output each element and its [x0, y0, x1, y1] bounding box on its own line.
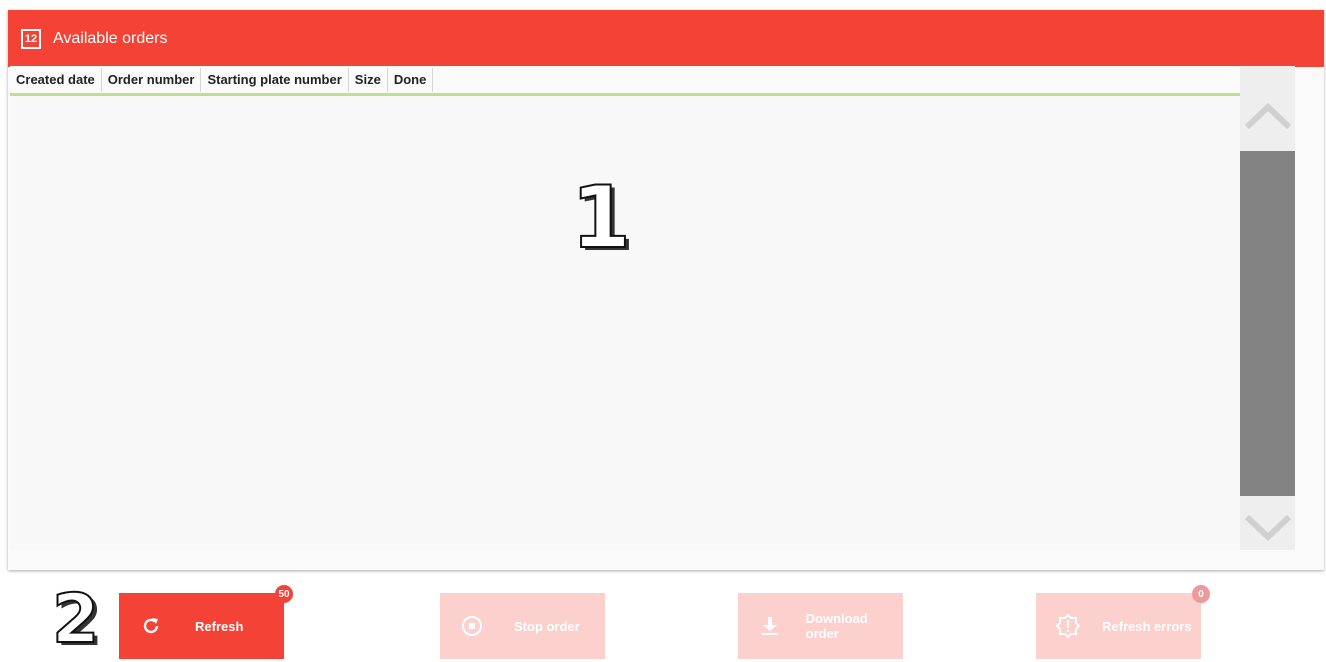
chevron-up-icon: [1244, 103, 1291, 129]
column-size[interactable]: Size: [349, 67, 388, 92]
error-gear-icon: [1056, 614, 1080, 638]
column-order-number[interactable]: Order number: [102, 67, 202, 92]
errors-count-badge: 0: [1192, 585, 1210, 603]
order-list-icon: 12: [21, 28, 41, 49]
stop-order-label: Stop order: [514, 618, 580, 634]
refresh-errors-label: Refresh errors: [1102, 618, 1192, 634]
refresh-errors-button[interactable]: Refresh errors 0: [1036, 585, 1210, 659]
download-order-label: Download order: [805, 611, 868, 641]
scroll-thumb[interactable]: [1240, 151, 1295, 496]
scroll-up-button[interactable]: [1240, 94, 1295, 138]
stop-order-button[interactable]: Stop order: [440, 593, 605, 659]
panel-title: Available orders: [53, 29, 168, 47]
download-order-button[interactable]: Download order: [738, 593, 903, 659]
refresh-count-badge: 50: [275, 585, 293, 603]
scroll-down-button[interactable]: [1240, 506, 1295, 550]
column-created-date[interactable]: Created date: [10, 67, 102, 92]
callout-number-2: 2: [51, 579, 100, 660]
orders-table[interactable]: Created date Order number Starting plate…: [10, 66, 1240, 550]
table-header: Created date Order number Starting plate…: [10, 66, 1240, 96]
stop-icon: [460, 614, 484, 638]
refresh-icon: [139, 614, 163, 638]
refresh-button[interactable]: Refresh 50: [119, 585, 293, 659]
vertical-scrollbar[interactable]: [1240, 66, 1295, 550]
callout-number-1: 1: [570, 167, 632, 269]
panel-header: 12 Available orders: [8, 10, 1324, 67]
refresh-label: Refresh: [195, 618, 244, 634]
column-starting-plate-number[interactable]: Starting plate number: [201, 67, 349, 92]
column-done[interactable]: Done: [388, 67, 434, 92]
download-icon: [758, 614, 782, 638]
chevron-down-icon: [1244, 515, 1291, 541]
